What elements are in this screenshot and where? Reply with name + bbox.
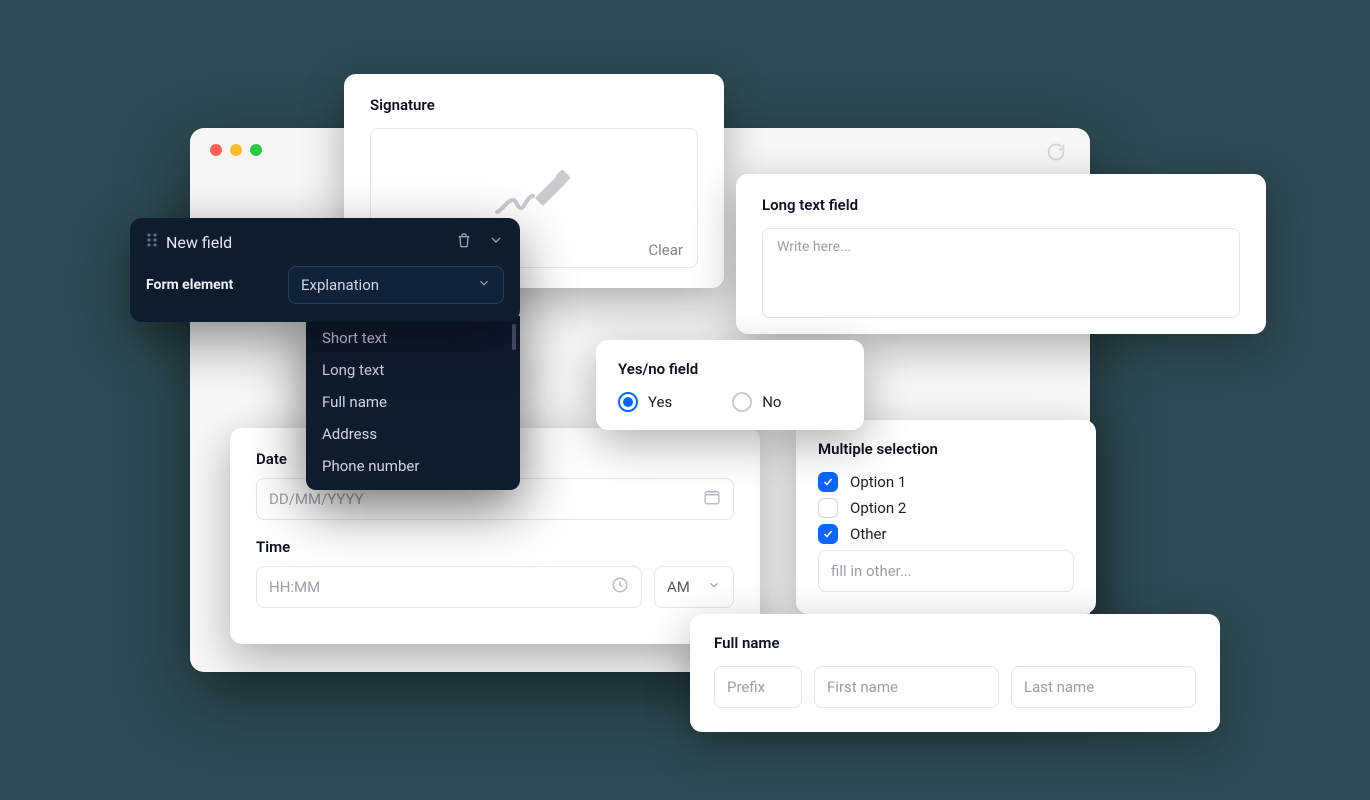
form-element-label: Form element [146,277,274,293]
radio-no[interactable]: No [732,392,781,412]
window-close-dot[interactable] [210,144,222,156]
checkbox-option-2[interactable]: Option 2 [818,498,1074,518]
last-name-placeholder: Last name [1024,678,1094,696]
long-text-card: Long text field Write here... [736,174,1266,334]
dropdown-option[interactable]: Long text [306,354,520,386]
long-text-title: Long text field [762,196,1240,214]
sync-icon [1046,142,1066,166]
clock-icon [611,576,629,598]
window-minimize-dot[interactable] [230,144,242,156]
new-field-title: New field [166,233,232,252]
trash-icon[interactable] [456,232,472,252]
form-element-selected: Explanation [301,276,379,294]
first-name-placeholder: First name [827,678,898,696]
last-name-input[interactable]: Last name [1011,666,1196,708]
long-text-input[interactable]: Write here... [762,228,1240,318]
dropdown-option[interactable]: Address [306,418,520,450]
other-placeholder: fill in other... [831,562,912,580]
window-traffic-lights [210,144,262,156]
multi-title: Multiple selection [818,440,1074,458]
date-placeholder: DD/MM/YYYY [269,490,364,508]
checkbox-icon [818,498,838,518]
dropdown-option[interactable]: Short text [306,322,520,354]
checkbox-icon [818,472,838,492]
radio-yes[interactable]: Yes [618,392,672,412]
ampm-select[interactable]: AM [654,566,734,608]
form-element-dropdown: Short text Long text Full name Address P… [306,316,520,490]
dropdown-option[interactable]: Phone number [306,450,520,482]
full-name-card: Full name Prefix First name Last name [690,614,1220,732]
checkbox-option-1[interactable]: Option 1 [818,472,1074,492]
radio-label: Yes [648,393,672,411]
yesno-title: Yes/no field [618,360,842,378]
long-text-placeholder: Write here... [777,239,851,255]
time-label: Time [256,538,734,556]
checkbox-label: Other [850,525,887,543]
yesno-card: Yes/no field Yes No [596,340,864,430]
first-name-input[interactable]: First name [814,666,999,708]
checkbox-label: Option 2 [850,499,906,517]
new-field-panel: New field Form element Explanation [130,218,520,322]
prefix-input[interactable]: Prefix [714,666,802,708]
radio-label: No [762,393,781,411]
window-maximize-dot[interactable] [250,144,262,156]
form-element-select[interactable]: Explanation [288,266,504,304]
radio-icon [618,392,638,412]
chevron-down-icon[interactable] [488,232,504,252]
checkbox-option-other[interactable]: Other [818,524,1074,544]
multi-select-card: Multiple selection Option 1 Option 2 Oth… [796,420,1096,614]
chevron-down-icon [477,276,491,294]
calendar-icon [703,488,721,510]
drag-handle-icon[interactable] [146,232,158,252]
time-input[interactable]: HH:MM [256,566,642,608]
time-placeholder: HH:MM [269,578,320,596]
checkbox-icon [818,524,838,544]
chevron-down-icon [707,578,721,596]
signature-title: Signature [370,96,698,114]
radio-icon [732,392,752,412]
full-name-title: Full name [714,634,1196,652]
prefix-placeholder: Prefix [727,678,765,696]
dropdown-option[interactable]: Full name [306,386,520,418]
ampm-value: AM [667,578,690,596]
other-input[interactable]: fill in other... [818,550,1074,592]
signature-clear-button[interactable]: Clear [648,241,683,259]
checkbox-label: Option 1 [850,473,906,491]
